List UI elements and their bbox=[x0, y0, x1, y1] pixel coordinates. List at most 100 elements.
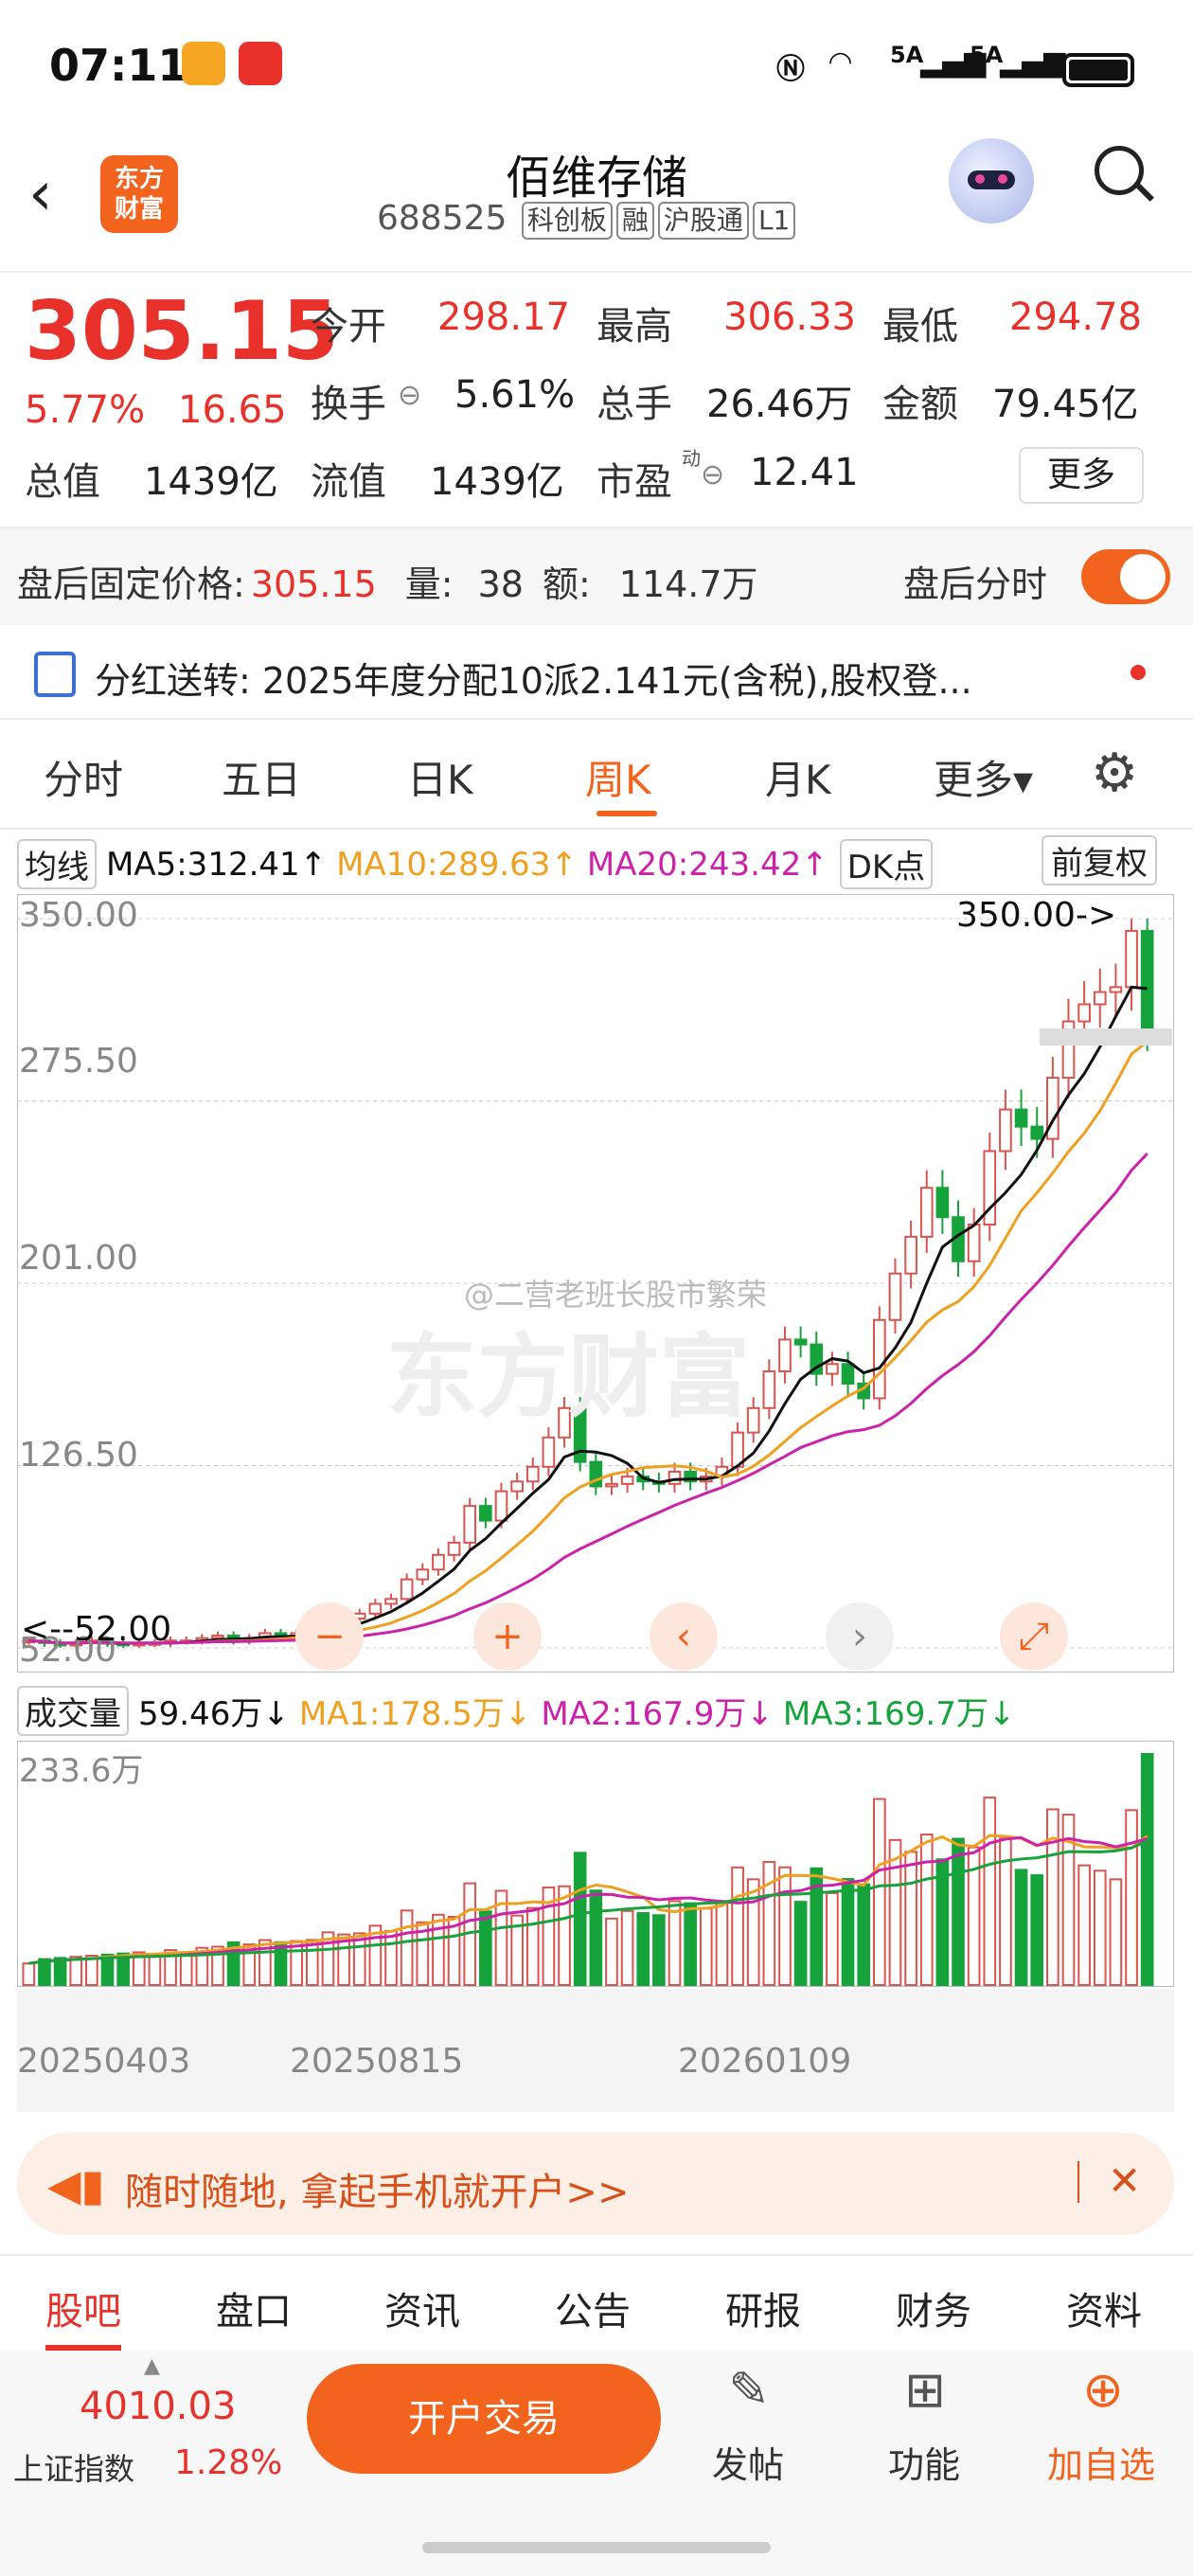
date-label-2: 20250815 bbox=[290, 2042, 464, 2081]
bottom-tab-guba[interactable]: 股吧 bbox=[45, 2281, 121, 2335]
candle-body bbox=[416, 1568, 430, 1581]
after-hours-label: 盘后固定价格: bbox=[17, 564, 245, 605]
candle-body bbox=[605, 1482, 618, 1488]
volume-bar bbox=[400, 1909, 414, 1986]
candle-body bbox=[447, 1541, 461, 1556]
volume-bar bbox=[148, 1953, 162, 1987]
bottom-tab-news[interactable]: 资讯 bbox=[384, 2281, 460, 2335]
post-icon[interactable]: ✎ bbox=[706, 2362, 792, 2419]
low-label: 最低 bbox=[882, 305, 958, 349]
adjust-selector[interactable]: 前复权 bbox=[1042, 835, 1157, 886]
volume-ma3: MA3:169.7万↓ bbox=[782, 1695, 1016, 1733]
volume-chart[interactable] bbox=[17, 1741, 1174, 1987]
banner-close-icon[interactable]: ✕ bbox=[1108, 2157, 1141, 2204]
candle-body bbox=[904, 1235, 917, 1275]
settings-gear-icon[interactable]: ⚙ bbox=[1091, 742, 1138, 804]
date-axis bbox=[17, 1989, 1174, 2112]
more-button[interactable]: 更多 bbox=[1019, 447, 1144, 504]
y-label-275: 275.50 bbox=[19, 1042, 138, 1081]
notice-icon bbox=[34, 652, 76, 697]
fullscreen-button[interactable]: ⤢ bbox=[1000, 1602, 1068, 1671]
scroll-left-button[interactable]: ‹ bbox=[650, 1602, 718, 1671]
candle-body bbox=[463, 1505, 477, 1544]
tab-intraday[interactable]: 分时 bbox=[44, 748, 123, 806]
tag-level: L1 bbox=[752, 202, 796, 240]
volume-bar bbox=[952, 1837, 965, 1986]
index-value[interactable]: 4010.03 bbox=[80, 2385, 236, 2428]
volume-bar bbox=[1140, 1753, 1154, 1986]
robot-assistant-icon[interactable] bbox=[949, 138, 1034, 224]
post-label[interactable]: 发帖 bbox=[712, 2436, 784, 2488]
tab-five-day[interactable]: 五日 bbox=[222, 748, 301, 806]
dk-point-selector[interactable]: DK点 bbox=[839, 839, 934, 889]
scroll-right-button[interactable]: › bbox=[826, 1602, 894, 1671]
tab-more[interactable]: 更多▾ bbox=[934, 748, 1033, 806]
candle-body bbox=[368, 1602, 383, 1615]
after-hours-vol-label: 量: bbox=[404, 564, 454, 605]
candle-body bbox=[935, 1187, 950, 1219]
functions-label[interactable]: 功能 bbox=[888, 2436, 960, 2488]
low-value: 294.78 bbox=[1009, 295, 1142, 339]
zoom-out-button[interactable]: − bbox=[295, 1602, 364, 1671]
trade-button[interactable]: 开户交易 bbox=[307, 2364, 661, 2474]
candle-body bbox=[384, 1598, 398, 1605]
candle-body bbox=[400, 1578, 414, 1601]
candle-body bbox=[668, 1470, 682, 1485]
search-icon[interactable] bbox=[1091, 142, 1155, 210]
banner-text[interactable]: 随时随地, 拿起手机就开户>> bbox=[125, 2161, 629, 2216]
volume-bar bbox=[1030, 1874, 1044, 1986]
home-indicator bbox=[422, 2542, 771, 2553]
candle-body bbox=[1093, 991, 1107, 1006]
add-watchlist-icon[interactable]: ⊕ bbox=[1060, 2362, 1146, 2419]
index-expand-icon[interactable]: ▲ bbox=[144, 2354, 160, 2378]
tab-weekly-k[interactable]: 周K bbox=[585, 748, 651, 806]
ma-selector[interactable]: 均线 bbox=[17, 839, 97, 889]
volume-bar bbox=[684, 1902, 697, 1987]
signal-label-2: 5A bbox=[970, 42, 1004, 68]
signal-icon-2: ▂▄▆ bbox=[1000, 45, 1066, 79]
bottom-tab-finance[interactable]: 财务 bbox=[896, 2281, 971, 2335]
volume-bar bbox=[573, 1852, 587, 1987]
notice-text[interactable]: 分红送转: 2025年度分配10派2.141元(含税),股权登... bbox=[95, 652, 972, 704]
candle-body bbox=[1125, 929, 1138, 989]
candle-body bbox=[762, 1370, 776, 1409]
add-watchlist-label[interactable]: 加自选 bbox=[1047, 2436, 1155, 2488]
volume-bar bbox=[699, 1907, 713, 1987]
volume-selector[interactable]: 成交量 bbox=[17, 1686, 129, 1736]
bottom-tab-pankou[interactable]: 盘口 bbox=[216, 2281, 292, 2335]
bottom-tab-research[interactable]: 研报 bbox=[725, 2281, 801, 2335]
candle-body bbox=[1077, 1003, 1091, 1023]
volume-bar bbox=[636, 1912, 650, 1986]
candle-body bbox=[620, 1476, 634, 1485]
bottom-tabs-divider bbox=[0, 2254, 1193, 2256]
mcap-value: 1439亿 bbox=[144, 460, 278, 504]
candle-body bbox=[1030, 1125, 1044, 1140]
wifi-icon: ◠ bbox=[829, 45, 852, 79]
price-band-highlight bbox=[1040, 1029, 1172, 1046]
volume-bar bbox=[652, 1914, 666, 1986]
y-label-201: 201.00 bbox=[19, 1239, 138, 1278]
tab-monthly-k[interactable]: 月K bbox=[765, 748, 831, 806]
tag-margin: 融 bbox=[615, 202, 654, 240]
active-tab-indicator bbox=[596, 811, 657, 816]
notice-divider bbox=[0, 718, 1193, 720]
stock-code: 688525 bbox=[377, 199, 507, 238]
info-icon[interactable]: ⊖ bbox=[398, 379, 421, 412]
candle-body bbox=[1140, 929, 1154, 1030]
after-hours-toggle[interactable] bbox=[1081, 549, 1170, 604]
bottom-tab-announcements[interactable]: 公告 bbox=[555, 2281, 631, 2335]
tab-daily-k[interactable]: 日K bbox=[407, 748, 473, 806]
volume-bar bbox=[1125, 1809, 1138, 1986]
bottom-tab-profile[interactable]: 资料 bbox=[1066, 2281, 1142, 2335]
open-value: 298.17 bbox=[437, 295, 570, 339]
change-amount: 16.65 bbox=[178, 388, 287, 432]
functions-icon[interactable]: ⊞ bbox=[882, 2362, 968, 2419]
volume-bar bbox=[826, 1891, 839, 1986]
last-price: 305.15 bbox=[25, 284, 339, 379]
pe-info-icon[interactable]: ⊖ bbox=[701, 458, 724, 492]
candle-body bbox=[872, 1318, 886, 1400]
zoom-in-button[interactable]: + bbox=[473, 1602, 542, 1671]
volume-bar bbox=[857, 1883, 871, 1986]
volume-bar bbox=[872, 1798, 886, 1986]
volume-bar bbox=[525, 1906, 540, 1987]
